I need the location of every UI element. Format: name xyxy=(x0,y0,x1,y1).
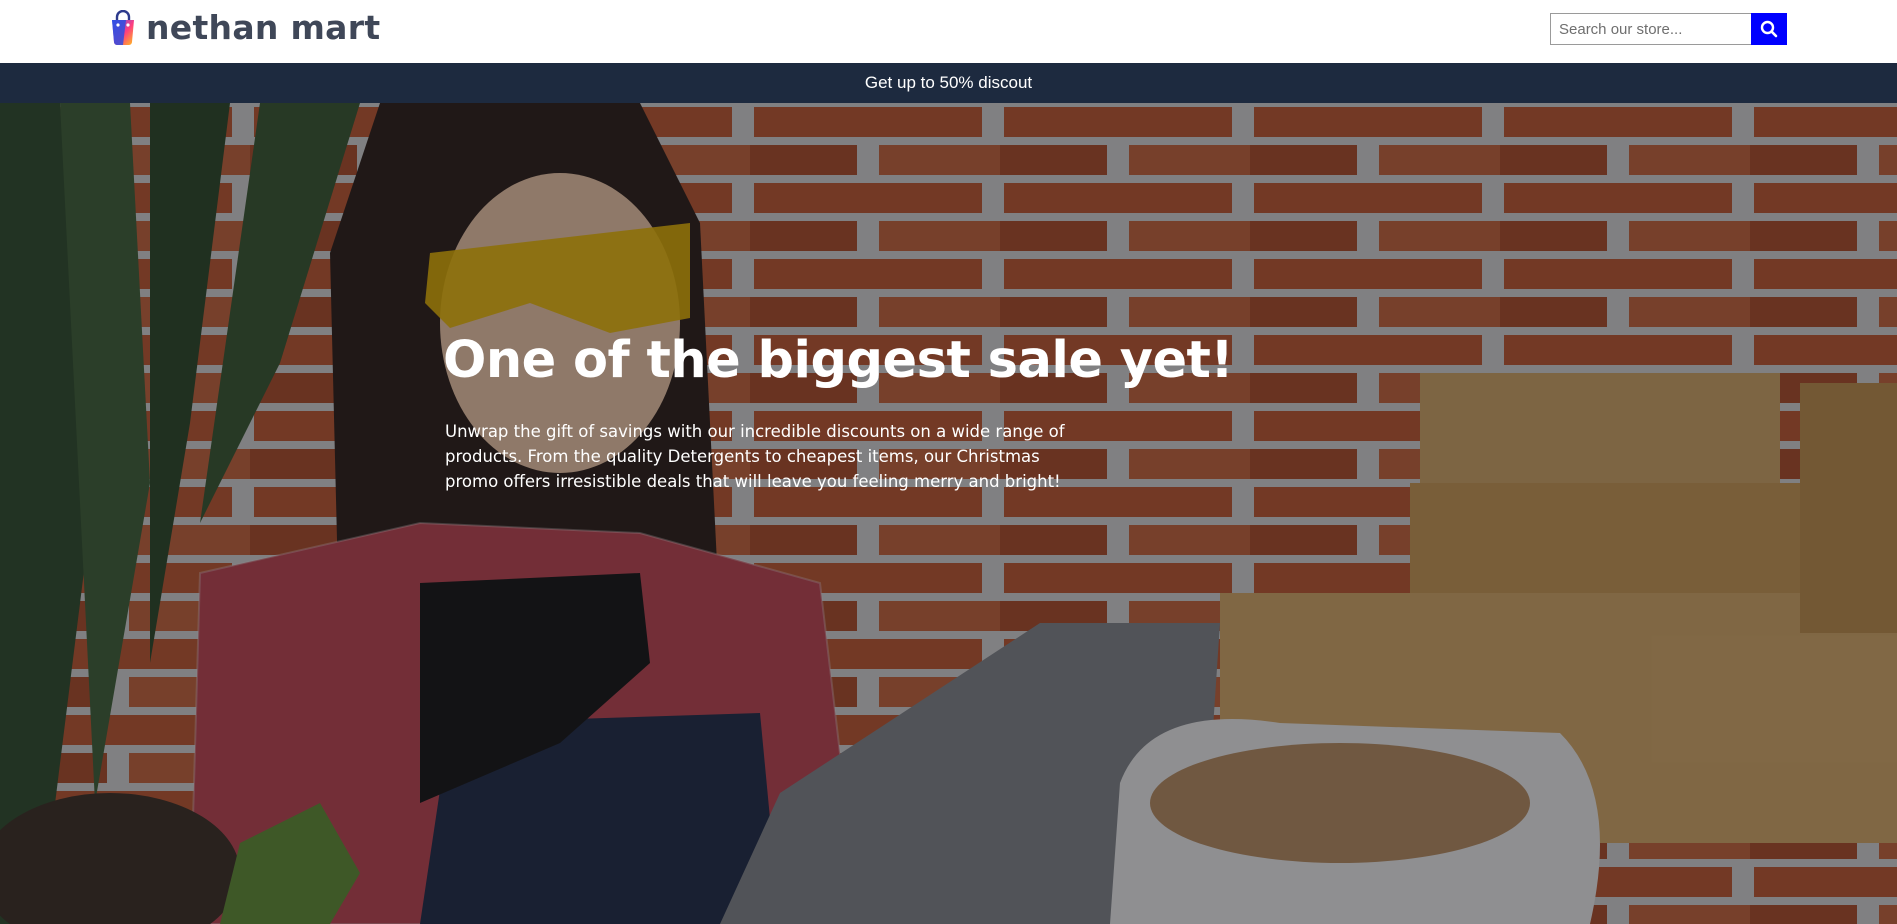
search-input[interactable] xyxy=(1550,13,1751,45)
search-button[interactable] xyxy=(1751,13,1787,45)
shopping-bag-icon xyxy=(112,10,134,45)
search-form xyxy=(1550,13,1787,45)
hero-description: Unwrap the gift of savings with our incr… xyxy=(445,422,1065,491)
hero-banner: One of the biggest sale yet! Unwrap the … xyxy=(0,103,1897,924)
site-logo[interactable]: nethan mart xyxy=(108,8,380,48)
hero-dark-overlay xyxy=(0,103,1897,924)
announcement-bar: Get up to 50% discout xyxy=(0,63,1897,103)
search-icon xyxy=(1760,20,1778,38)
hero-title: One of the biggest sale yet! xyxy=(443,331,1234,390)
logo-text: nethan mart xyxy=(146,8,381,47)
announcement-text: Get up to 50% discout xyxy=(864,73,1033,92)
site-header: nethan mart xyxy=(0,0,1897,63)
